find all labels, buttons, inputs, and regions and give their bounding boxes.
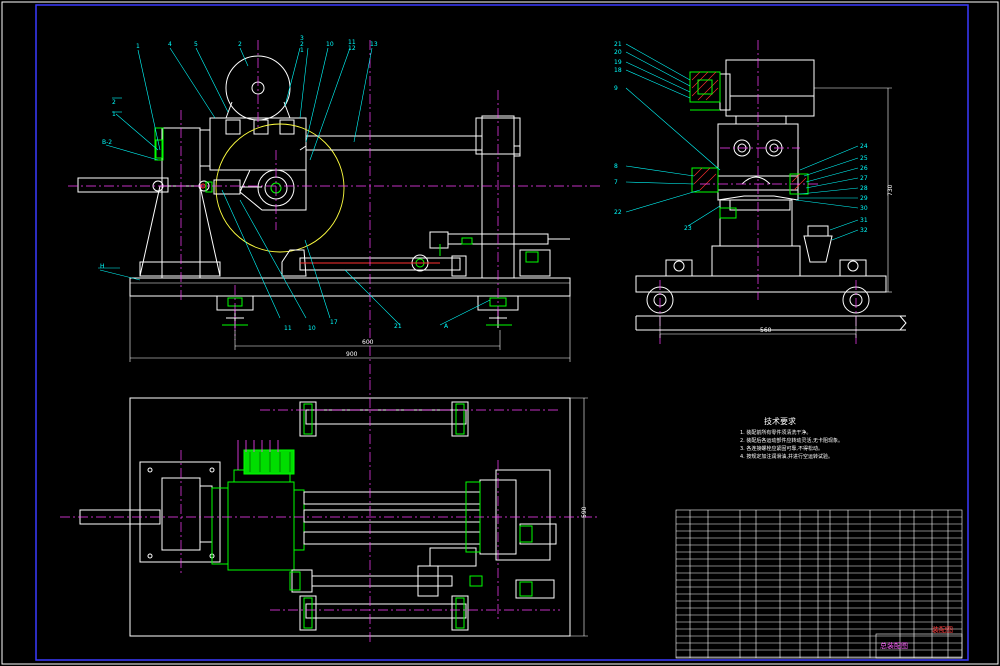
tech-note-4: 4. 按规定加注润滑油,并进行空运转试验。 [740, 453, 833, 460]
side-callout-r9: 32 [860, 227, 868, 234]
side-callout-l2: 20 [614, 49, 622, 56]
side-callout-r7: 30 [860, 205, 868, 212]
tech-note-1: 1. 装配前所有零件须清洗干净。 [740, 429, 811, 436]
main-beam [305, 135, 483, 151]
parts-list-table [675, 509, 963, 659]
overall-dimension: 900 [346, 351, 358, 358]
side-callout-l6: 8 [614, 163, 618, 170]
inner-dimension: 600 [362, 339, 374, 346]
side-leaders [625, 43, 859, 241]
side-callout-l4: 18 [614, 67, 622, 74]
tech-note-3: 3. 各连接螺栓应紧固可靠,不得松动。 [740, 445, 823, 452]
side-hatching [691, 71, 807, 191]
side-callout-l7: 7 [614, 179, 618, 186]
base-plate [129, 277, 571, 297]
side-height-dimension: 730 [887, 184, 894, 196]
callout-bottom-2: 10 [308, 325, 316, 332]
side-callout-l5: 9 [614, 85, 618, 92]
front-centerlines [68, 40, 600, 380]
sheet-label: 装配图 [932, 625, 953, 634]
side-width-dimension: 560 [760, 327, 772, 334]
side-callout-labels: 21 20 19 18 9 8 7 22 23 24 25 26 27 28 2… [614, 41, 868, 234]
side-callout-r5: 28 [860, 185, 868, 192]
plan-height-dimension: 590 [581, 506, 588, 518]
base-label: H [100, 263, 105, 270]
side-callout-l8: 22 [614, 209, 622, 216]
side-callout-l3: 19 [614, 59, 622, 66]
callout-front-3: 5 [194, 41, 198, 48]
plan-motor-plate [237, 440, 295, 475]
plan-centerlines [60, 380, 600, 645]
callout-front-4: 2 [238, 41, 242, 48]
side-callout-r2: 25 [860, 155, 868, 162]
side-green-details [690, 79, 737, 219]
tech-note-2: 2. 装配后各运动部件应转动灵活,无卡阻现象。 [740, 437, 843, 444]
side-dimensions [659, 87, 892, 338]
side-callout-r3: 26 [860, 165, 868, 172]
drawing-title: 总装配图 [880, 641, 908, 650]
side-callout-l9: 23 [684, 225, 692, 232]
side-callout-l1: 21 [614, 41, 622, 48]
callout-bottom-3: 17 [330, 319, 338, 326]
callout-front-1: 1 [136, 43, 140, 50]
callout-front-11: 13 [370, 41, 378, 48]
callout-bottom-1: 11 [284, 325, 292, 332]
callout-bottom-4: 21 [394, 323, 402, 330]
left-label-1: 2 [112, 99, 116, 106]
side-callout-r1: 24 [860, 143, 868, 150]
section-label: B-2 [102, 139, 112, 146]
callout-front-10: 12 [348, 45, 356, 52]
callout-bottom-5: A [444, 323, 449, 330]
front-view [77, 55, 571, 328]
title-block: 总装配图 装配图 [875, 625, 963, 659]
side-motor [725, 59, 815, 117]
side-callout-r6: 29 [860, 195, 868, 202]
plan-gearbox [227, 481, 295, 571]
callout-front-7: 1 [300, 47, 304, 54]
left-label-2: 1 [112, 111, 116, 118]
tech-notes-title: 技术要求 [764, 416, 796, 426]
side-callout-r8: 31 [860, 217, 868, 224]
tech-notes: 技术要求 1. 装配前所有零件须清洗干净。 2. 装配后各运动部件应转动灵活,无… [740, 416, 843, 460]
callout-front-2: 4 [168, 41, 172, 48]
side-hatched-block-top [689, 71, 721, 103]
side-callout-r4: 27 [860, 175, 868, 182]
rotating-disc-outline [215, 123, 345, 253]
cad-drawing-sheet: 1 4 5 2 3 2 1 10 11 12 13 B-2 2 1 H 11 1… [1, 1, 999, 665]
callout-front-8: 10 [326, 41, 334, 48]
